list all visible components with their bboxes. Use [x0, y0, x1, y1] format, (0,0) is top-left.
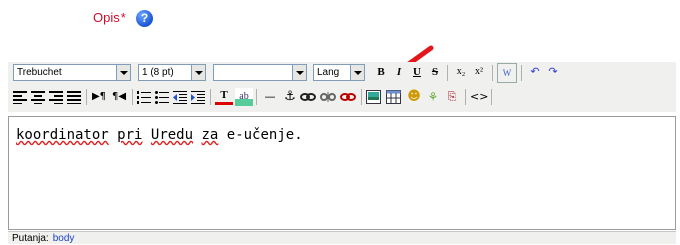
chevron-down-icon	[292, 65, 306, 80]
underline-button[interactable]: U	[408, 63, 426, 81]
path-link-body[interactable]: body	[53, 233, 75, 244]
toolbar-separator	[361, 89, 362, 105]
ltr-icon[interactable]: ▶¶	[90, 88, 108, 106]
html-source-icon[interactable]: <>	[470, 88, 488, 106]
font-size-select[interactable]: 1 (8 pt)	[138, 64, 206, 81]
path-label: Putanja:	[12, 233, 49, 244]
editor-content[interactable]: koordinator pri Uredu za e-učenje.	[16, 127, 303, 143]
font-family-select[interactable]: Trebuchet	[13, 64, 131, 81]
status-bar: Putanja: body	[8, 231, 676, 244]
strikethrough-button[interactable]: S	[426, 63, 444, 81]
search-replace-icon[interactable]: ⎘	[443, 88, 461, 106]
clean-word-button[interactable]: W	[497, 63, 517, 83]
italic-button[interactable]: I	[390, 63, 408, 81]
ordered-list-icon[interactable]	[137, 90, 151, 104]
help-icon[interactable]: ?	[136, 10, 153, 27]
horizontal-rule-icon[interactable]: —	[261, 88, 279, 106]
chevron-down-icon	[116, 65, 130, 80]
subscript-button[interactable]: x₂	[452, 63, 470, 81]
anchor-icon[interactable]: ⚓	[281, 88, 299, 106]
redo-button[interactable]: ↷	[544, 63, 562, 81]
link-icon[interactable]	[300, 91, 316, 103]
misspelled-word: koordinator	[16, 127, 109, 143]
toolbar-separator	[210, 89, 211, 105]
text-space	[109, 127, 117, 143]
background-color-icon[interactable]: ab	[235, 88, 253, 106]
misspelled-word: pri	[117, 127, 143, 143]
text-color-icon[interactable]: T	[215, 88, 233, 105]
align-left-icon[interactable]	[13, 90, 27, 104]
toolbar-separator	[447, 65, 448, 81]
toolbar-separator	[465, 89, 466, 105]
chevron-down-icon	[191, 65, 205, 80]
superscript-button[interactable]: x²	[470, 63, 488, 81]
field-label-text: Opis	[93, 10, 120, 25]
toolbar-separator	[132, 89, 133, 105]
required-mark: *	[120, 10, 126, 25]
toolbar-separator	[492, 65, 493, 81]
rtl-icon[interactable]: ¶◀	[110, 88, 128, 106]
unlink-icon[interactable]	[320, 91, 336, 103]
justify-icon[interactable]	[67, 90, 81, 104]
outdent-icon[interactable]	[173, 90, 187, 104]
font-size-value: 1 (8 pt)	[142, 67, 174, 78]
toolbar-separator	[256, 89, 257, 105]
toolbar-separator	[86, 89, 87, 105]
format-select[interactable]	[213, 64, 307, 81]
align-right-icon[interactable]	[49, 90, 63, 104]
language-value: Lang	[317, 67, 340, 78]
smiley-icon[interactable]: ☻	[405, 88, 423, 106]
misspelled-word: Uredu	[150, 127, 194, 143]
toolbar-separator	[491, 89, 492, 105]
undo-button[interactable]: ↶	[526, 63, 544, 81]
special-char-icon[interactable]: ⚘	[424, 88, 442, 106]
align-center-icon[interactable]	[31, 90, 45, 104]
table-icon[interactable]	[386, 90, 401, 104]
nolink-icon[interactable]	[340, 91, 356, 103]
field-label: Opis*	[93, 10, 126, 25]
text-rest: e-učenje.	[218, 127, 303, 143]
chevron-down-icon	[350, 65, 364, 80]
toolbar-separator	[521, 65, 522, 81]
bold-button[interactable]: B	[372, 63, 390, 81]
language-select[interactable]: Lang	[313, 64, 365, 81]
unordered-list-icon[interactable]	[155, 90, 169, 104]
font-family-value: Trebuchet	[17, 67, 62, 78]
image-icon[interactable]	[366, 90, 381, 104]
indent-icon[interactable]	[191, 90, 205, 104]
text-space	[142, 127, 150, 143]
misspelled-word: za	[201, 127, 219, 143]
